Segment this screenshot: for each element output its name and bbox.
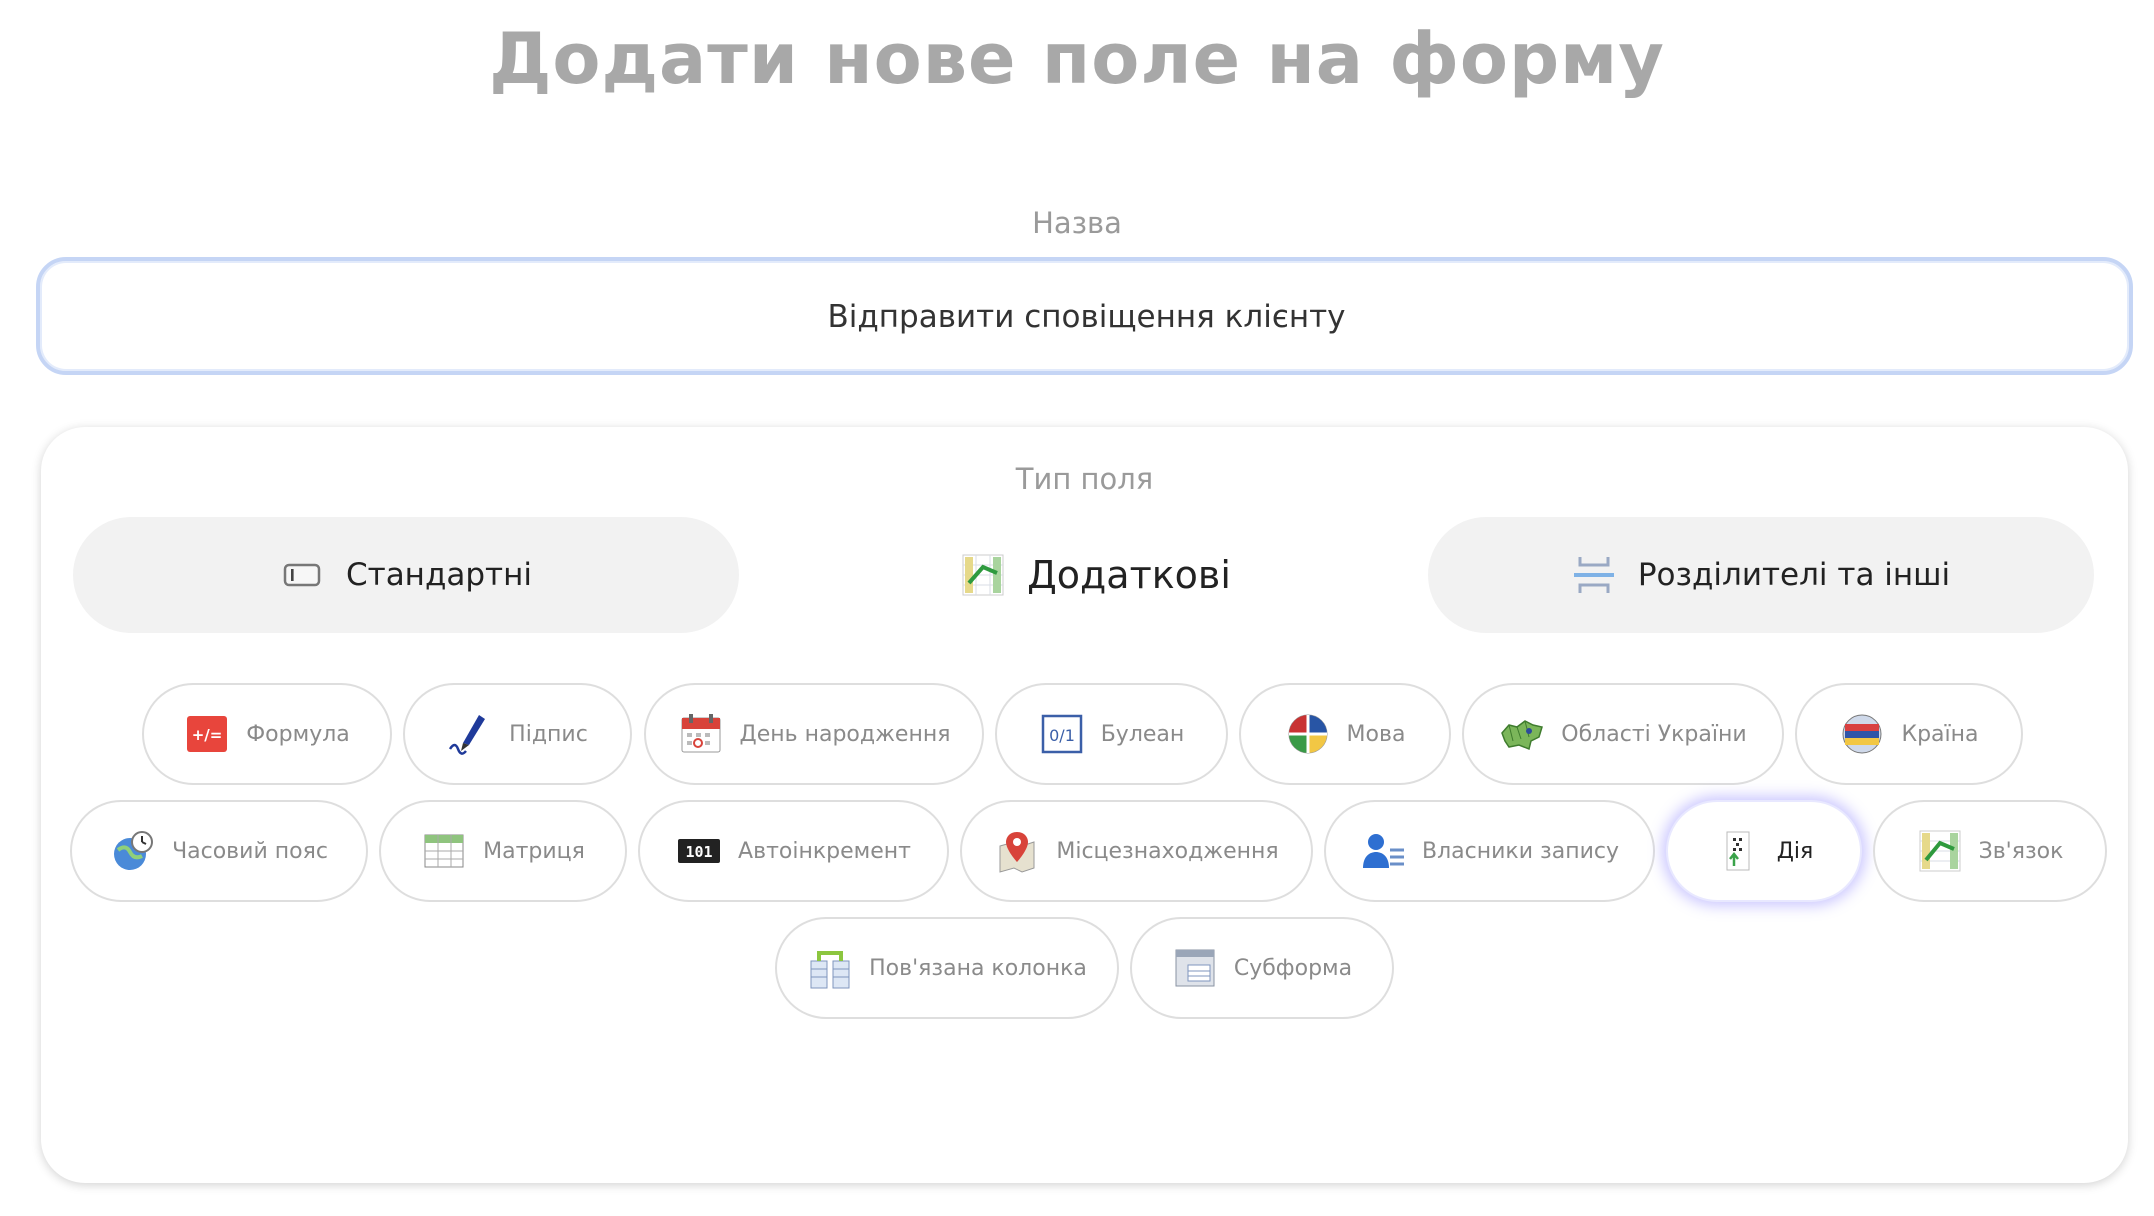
signature-pen-icon (447, 711, 493, 757)
matrix-table-icon (421, 828, 467, 874)
tab-standard[interactable]: Стандартні (73, 517, 739, 633)
chip-action[interactable]: Дія (1666, 800, 1862, 902)
chip-relation-label: Зв'язок (1978, 838, 2064, 864)
chip-record-owners-label: Власники запису (1422, 838, 1619, 864)
calendar-icon (678, 711, 724, 757)
linked-column-icon (807, 945, 853, 991)
chip-birthday[interactable]: День народження (644, 683, 984, 785)
chip-timezone[interactable]: Часовий пояс (70, 800, 368, 902)
divider-icon (1572, 553, 1616, 597)
text-field-icon (280, 553, 324, 597)
page-title: Додати нове поле на форму (489, 18, 1665, 100)
counter-icon: 101 (676, 828, 722, 874)
tab-dividers[interactable]: Розділителі та інші (1428, 517, 2094, 633)
record-owner-icon (1360, 828, 1406, 874)
language-flags-icon (1285, 711, 1331, 757)
svg-text:101: 101 (686, 843, 713, 861)
chip-record-owners[interactable]: Власники запису (1324, 800, 1655, 902)
field-type-panel: Тип поля Стандартні Додаткові Розділител… (41, 427, 2128, 1183)
chip-ukraine-regions-label: Області України (1561, 721, 1747, 747)
chip-subform-label: Субформа (1233, 955, 1353, 981)
chip-ukraine-regions[interactable]: Області України (1462, 683, 1784, 785)
chip-location-label: Місцезнаходження (1056, 838, 1279, 864)
field-type-label: Тип поля (1015, 462, 1154, 496)
chip-autoincrement[interactable]: 101 Автоінкремент (638, 800, 949, 902)
chip-timezone-label: Часовий пояс (172, 838, 328, 864)
tab-dividers-label: Розділителі та інші (1637, 557, 1951, 593)
name-label: Назва (1032, 206, 1122, 240)
subform-icon (1172, 945, 1218, 991)
chip-subform[interactable]: Субформа (1130, 917, 1394, 1019)
chip-linked-column-label: Пов'язана колонка (869, 955, 1087, 981)
boolean-icon: 0/1 (1039, 711, 1085, 757)
svg-text:0/1: 0/1 (1049, 726, 1075, 745)
svg-text:+/=: +/= (192, 726, 223, 744)
name-input[interactable] (40, 261, 2133, 373)
chip-relation[interactable]: Зв'язок (1873, 800, 2107, 902)
tab-additional-label: Додаткові (1027, 553, 1231, 597)
name-input-container (36, 257, 2133, 375)
chip-autoincrement-label: Автоінкремент (738, 838, 911, 864)
tab-additional[interactable]: Додаткові (763, 517, 1429, 633)
chip-signature-label: Підпис (509, 721, 588, 747)
chip-matrix[interactable]: Матриця (379, 800, 627, 902)
map-pin-icon (994, 828, 1040, 874)
relation-chart-icon (961, 553, 1005, 597)
formula-icon: +/= (184, 711, 230, 757)
chip-boolean[interactable]: 0/1 Булеан (995, 683, 1228, 785)
chip-location[interactable]: Місцезнаходження (960, 800, 1313, 902)
chip-action-label: Дія (1776, 838, 1814, 864)
chip-country[interactable]: Країна (1795, 683, 2023, 785)
chip-country-label: Країна (1901, 721, 1979, 747)
chip-formula-label: Формула (246, 721, 350, 747)
chip-linked-column[interactable]: Пов'язана колонка (775, 917, 1119, 1019)
relation-chart-icon (1917, 828, 1963, 874)
chip-language[interactable]: Мова (1239, 683, 1451, 785)
tab-standard-label: Стандартні (345, 557, 532, 593)
ukraine-map-icon (1499, 711, 1545, 757)
chip-language-label: Мова (1346, 721, 1406, 747)
timezone-globe-icon (110, 828, 156, 874)
chip-signature[interactable]: Підпис (403, 683, 632, 785)
chip-birthday-label: День народження (739, 721, 951, 747)
chip-boolean-label: Булеан (1100, 721, 1185, 747)
action-icon (1715, 828, 1761, 874)
chip-formula[interactable]: +/= Формула (142, 683, 392, 785)
chip-matrix-label: Матриця (483, 838, 585, 864)
country-flag-icon (1839, 711, 1885, 757)
